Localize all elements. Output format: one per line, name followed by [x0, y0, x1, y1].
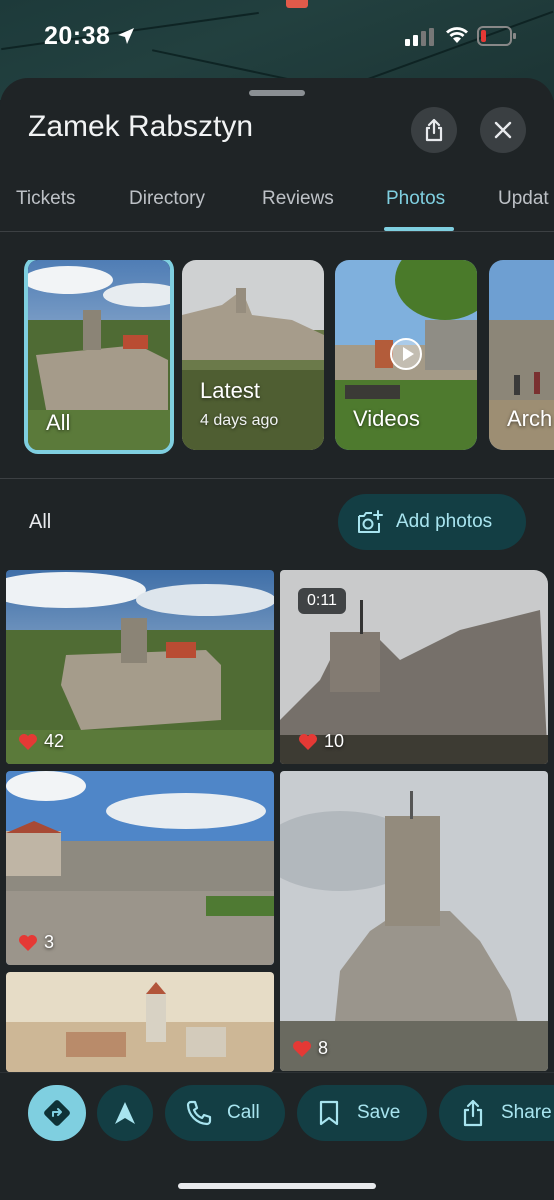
call-label: Call — [227, 1102, 260, 1123]
photo-tile[interactable]: 3 — [6, 771, 274, 965]
place-title: Zamek Rabsztyn — [28, 110, 254, 143]
tab-tickets[interactable]: Tickets — [16, 188, 75, 210]
category-label: Videos — [353, 406, 420, 431]
share-button[interactable] — [411, 107, 457, 153]
photo-tile[interactable]: 42 — [6, 570, 274, 764]
castle-tower-rock-photo — [280, 771, 548, 1071]
add-photo-icon — [358, 510, 383, 533]
wifi-icon — [446, 27, 468, 43]
sheet-grabber[interactable] — [249, 90, 305, 96]
like-count: 8 — [292, 1038, 328, 1059]
category-sublabel: 4 days ago — [200, 412, 279, 429]
like-count: 10 — [298, 731, 344, 752]
save-button[interactable]: Save — [297, 1085, 427, 1141]
heart-icon — [299, 733, 317, 750]
share-action-button[interactable]: Share — [439, 1085, 554, 1141]
call-button[interactable]: Call — [165, 1085, 285, 1141]
heart-icon — [293, 1040, 311, 1057]
active-tab-indicator — [384, 227, 454, 231]
place-sheet: Zamek Rabsztyn Tickets Directory Reviews… — [0, 78, 554, 1200]
photos-section-title: All — [29, 511, 52, 533]
tab-photos[interactable]: Photos — [386, 188, 445, 210]
photo-tile[interactable] — [6, 972, 274, 1072]
directions-icon — [44, 1100, 70, 1126]
like-count: 42 — [18, 731, 64, 752]
home-indicator[interactable] — [178, 1183, 376, 1189]
close-button[interactable] — [480, 107, 526, 153]
phone-icon — [186, 1100, 212, 1126]
tab-directory[interactable]: Directory — [129, 188, 205, 210]
start-navigation-button[interactable] — [97, 1085, 153, 1141]
like-count-value: 42 — [44, 731, 65, 751]
category-label: Latest — [200, 378, 260, 403]
video-tile[interactable]: 0:11 10 — [280, 570, 548, 764]
section-divider — [0, 478, 554, 479]
tab-bar: Tickets Directory Reviews Photos Updat — [0, 178, 554, 232]
play-icon — [390, 338, 422, 370]
bottom-action-bar: Call Save Share — [0, 1072, 554, 1200]
heart-icon — [19, 934, 37, 951]
share-icon — [463, 1099, 483, 1127]
status-bar: 20:38 — [0, 0, 554, 72]
heart-icon — [19, 733, 37, 750]
photo-tile[interactable]: 8 — [280, 771, 548, 1071]
add-photos-button[interactable]: Add photos — [338, 494, 526, 550]
battery-icon — [477, 26, 516, 46]
category-label: Arch — [507, 406, 553, 431]
category-card-videos[interactable]: Videos — [335, 260, 477, 450]
video-duration: 0:11 — [298, 588, 346, 614]
bookmark-icon — [319, 1100, 339, 1126]
status-time: 20:38 — [44, 22, 111, 50]
tab-updates[interactable]: Updat — [498, 188, 549, 210]
castle-model-photo — [6, 972, 274, 1072]
close-icon — [494, 121, 512, 139]
tab-reviews[interactable]: Reviews — [262, 188, 334, 210]
photo-category-row: All Latest 4 days ago Videos Arch — [0, 260, 554, 456]
category-card-architecture[interactable]: Arch — [489, 260, 554, 450]
share-label: Share — [501, 1102, 552, 1123]
cellular-signal-icon — [405, 28, 434, 46]
like-count-value: 3 — [44, 932, 55, 952]
like-count-value: 8 — [318, 1038, 329, 1058]
category-card-latest[interactable]: Latest 4 days ago — [182, 260, 324, 450]
add-photos-label: Add photos — [396, 511, 493, 532]
category-label: All — [46, 410, 71, 435]
share-icon — [425, 118, 443, 142]
like-count: 3 — [18, 932, 54, 953]
category-card-all[interactable]: All — [24, 260, 174, 454]
location-arrow-icon — [118, 28, 134, 44]
directions-button[interactable] — [28, 1085, 86, 1141]
navigation-arrow-icon — [115, 1102, 135, 1124]
like-count-value: 10 — [324, 731, 345, 751]
save-label: Save — [357, 1102, 401, 1123]
